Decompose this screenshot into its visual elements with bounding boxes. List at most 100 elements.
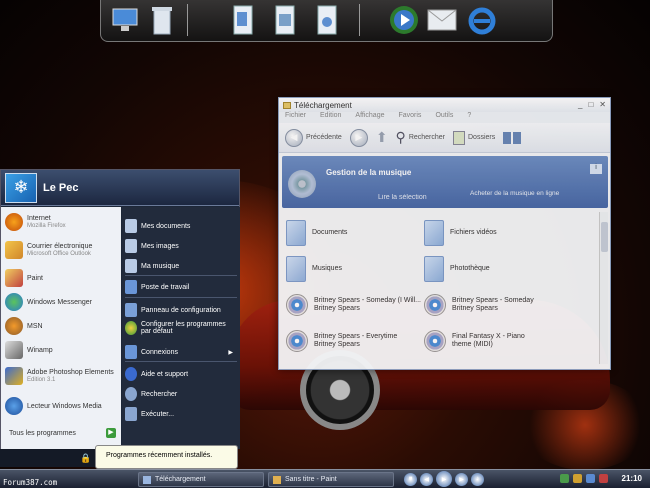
list-item[interactable]: Britney Spears - Someday (I Will... Britn… xyxy=(286,290,436,320)
taskbar-task[interactable]: Sans titre - Paint xyxy=(268,472,394,487)
next-icon[interactable]: ▶ xyxy=(455,472,468,486)
taskbar: Téléchargement Sans titre - Paint ■ ◀ ▶ … xyxy=(0,469,650,488)
close-button[interactable]: ✕ xyxy=(599,100,606,109)
program-photoshop-elements[interactable]: Adobe Photoshop Elements Edition 3.1 xyxy=(5,367,119,385)
list-item[interactable]: Final Fantasy X - Piano theme (MIDI) xyxy=(424,326,574,356)
lock-icon[interactable]: 🔒 xyxy=(80,453,91,464)
list-item[interactable]: Britney Spears - Everytime Britney Spears xyxy=(286,326,436,356)
menu-edit[interactable]: Edition xyxy=(320,112,341,123)
views-icon[interactable] xyxy=(503,131,522,144)
back-arrow-icon: ◀ xyxy=(285,128,303,147)
outlook-icon xyxy=(5,241,23,259)
recycle-bin-icon[interactable] xyxy=(145,3,179,37)
stop-icon[interactable]: ■ xyxy=(404,472,417,486)
link-label: Connexions xyxy=(141,348,178,356)
tray-icon[interactable] xyxy=(560,474,569,483)
avatar[interactable]: ❄ xyxy=(5,172,37,203)
list-item[interactable]: Documents xyxy=(286,218,436,248)
volume-icon[interactable]: ♪ xyxy=(471,472,484,486)
menu-favorites[interactable]: Favoris xyxy=(398,112,421,123)
search-link[interactable]: Rechercher xyxy=(125,387,237,401)
link-label: Exécuter... xyxy=(141,410,175,418)
help-support-link[interactable]: Aide et support xyxy=(125,367,237,381)
internet-explorer-icon[interactable] xyxy=(465,3,499,37)
menu-tools[interactable]: Outils xyxy=(435,112,453,123)
list-item[interactable]: Musiques xyxy=(286,254,436,284)
program-firefox[interactable]: Internet Mozilla Firefox xyxy=(5,213,119,231)
connections-link[interactable]: Connexions ▶ xyxy=(125,345,237,359)
program-msn[interactable]: MSN xyxy=(5,317,119,335)
list-item[interactable]: Britney Spears - Someday Britney Spears xyxy=(424,290,574,320)
scrollbar-thumb[interactable] xyxy=(601,222,608,252)
tooltip-text: Programmes récemment installés. xyxy=(106,452,213,459)
documents-icon[interactable] xyxy=(227,3,261,37)
start-menu: ❄ Le Pec Internet Mozilla Firefox Courrie… xyxy=(0,169,240,449)
program-winamp[interactable]: Winamp xyxy=(5,341,119,359)
default-programs-link[interactable]: Configurer les programmes par défaut xyxy=(125,321,237,335)
my-documents-link[interactable]: Mes documents xyxy=(125,219,237,233)
media-player-icon xyxy=(5,397,23,415)
play-selection-link[interactable]: Lire la sélection xyxy=(378,194,427,201)
play-icon[interactable]: ▶ xyxy=(436,471,452,487)
previous-icon[interactable]: ◀ xyxy=(420,472,433,486)
clock[interactable]: 21:10 xyxy=(622,474,642,483)
explorer-window[interactable]: Téléchargement _ □ ✕ Fichier Edition Aff… xyxy=(278,97,611,370)
desktop: Téléchargement _ □ ✕ Fichier Edition Aff… xyxy=(0,0,650,488)
program-paint[interactable]: Paint xyxy=(5,269,119,287)
pictures-icon[interactable] xyxy=(269,3,303,37)
mail-icon[interactable] xyxy=(425,3,459,37)
up-folder-icon[interactable]: ⬆ xyxy=(376,129,388,146)
program-sublabel: Microsoft Office Outlook xyxy=(27,250,91,257)
computer-icon[interactable] xyxy=(109,3,143,37)
program-label: Adobe Photoshop Elements xyxy=(27,368,114,376)
folders-button[interactable]: Dossiers xyxy=(453,130,495,145)
menu-file[interactable]: Fichier xyxy=(285,112,306,123)
tray-icon[interactable] xyxy=(599,474,608,483)
menu-help[interactable]: ? xyxy=(467,112,471,123)
music-icon xyxy=(125,259,137,273)
dock-separator xyxy=(187,4,188,36)
scrollbar[interactable] xyxy=(599,212,608,364)
info-icon[interactable]: i xyxy=(590,164,602,174)
dock xyxy=(100,0,553,42)
menu-separator xyxy=(125,361,237,362)
program-outlook[interactable]: Courrier électronique Microsoft Office Ou… xyxy=(5,241,119,259)
search-label: Rechercher xyxy=(408,134,445,141)
list-item[interactable]: Fichiers vidéos xyxy=(424,218,574,248)
chevron-right-icon: ▶ xyxy=(228,349,233,356)
music-file-icon xyxy=(424,294,446,316)
file-artist: theme (MIDI) xyxy=(452,341,493,348)
link-label: Panneau de configuration xyxy=(141,306,221,314)
program-media-player[interactable]: Lecteur Windows Media xyxy=(5,397,119,415)
forward-button[interactable]: ▶ xyxy=(349,128,368,147)
back-button[interactable]: ◀ Précédente xyxy=(285,128,342,147)
my-computer-link[interactable]: Poste de travail xyxy=(125,280,237,294)
tray-icon[interactable] xyxy=(573,474,582,483)
search-button[interactable]: ⚲ Rechercher xyxy=(396,129,445,146)
control-panel-link[interactable]: Panneau de configuration xyxy=(125,303,237,317)
menu-separator xyxy=(125,297,237,298)
maximize-button[interactable]: □ xyxy=(588,100,593,109)
my-music-link[interactable]: Ma musique xyxy=(125,259,237,273)
menu-bar: Fichier Edition Affichage Favoris Outils… xyxy=(279,112,610,123)
all-programs-button[interactable]: Tous les programmes ▶ xyxy=(9,428,116,438)
folder-icon xyxy=(286,256,306,282)
music-file-icon xyxy=(424,330,446,352)
documents-icon xyxy=(125,219,137,233)
menu-view[interactable]: Affichage xyxy=(355,112,384,123)
music-icon[interactable] xyxy=(311,3,345,37)
buy-music-link[interactable]: Acheter de la musique en ligne xyxy=(470,190,570,198)
list-item[interactable]: Photothèque xyxy=(424,254,574,284)
system-tray xyxy=(560,474,608,483)
taskbar-task[interactable]: Téléchargement xyxy=(138,472,264,487)
task-label: Téléchargement xyxy=(155,476,206,483)
media-player-icon[interactable] xyxy=(387,3,421,37)
window-titlebar[interactable]: Téléchargement _ □ ✕ xyxy=(279,98,610,112)
program-sublabel: Mozilla Firefox xyxy=(27,222,66,229)
run-link[interactable]: Exécuter... xyxy=(125,407,237,421)
tray-icon[interactable] xyxy=(586,474,595,483)
my-pictures-link[interactable]: Mes images xyxy=(125,239,237,253)
minimize-button[interactable]: _ xyxy=(578,100,582,109)
program-messenger[interactable]: Windows Messenger xyxy=(5,293,119,311)
task-label: Sans titre - Paint xyxy=(285,476,337,483)
